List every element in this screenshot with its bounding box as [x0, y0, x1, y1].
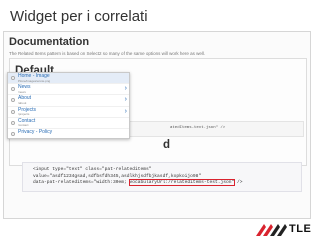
- example-code-tail: atedItems-text.json" />: [170, 126, 226, 130]
- chevron-right-icon[interactable]: ›: [125, 96, 127, 104]
- dropdown-item-path: Plone/images/ennie.png: [18, 78, 51, 83]
- radio-icon[interactable]: [11, 87, 15, 92]
- dropdown-item-path: /about: [18, 100, 27, 105]
- radio-icon[interactable]: [11, 109, 15, 114]
- company-logo: TLE: [254, 220, 320, 240]
- logo-mark-icon: [256, 224, 287, 236]
- obscured-heading-fragment: d: [163, 139, 171, 151]
- dropdown-item[interactable]: About /about ›: [8, 95, 129, 107]
- code-line: data-pat-relateditems="width:30em; vocab…: [33, 178, 243, 187]
- chevron-right-icon[interactable]: ›: [125, 108, 127, 116]
- documentation-heading: Documentation: [9, 36, 90, 48]
- dropdown-item[interactable]: Home - Image Plone/images/ennie.png: [8, 73, 129, 85]
- dropdown-item-title: Privacy - Policy: [18, 128, 53, 135]
- related-items-dropdown[interactable]: Home - Image Plone/images/ennie.png News…: [7, 72, 130, 139]
- chevron-right-icon[interactable]: ›: [125, 85, 127, 93]
- highlighted-vocabulary-url: vocabularyUrl:/relateditems-test.json": [128, 178, 236, 187]
- dropdown-item[interactable]: Privacy - Policy: [8, 128, 129, 138]
- logo-wordmark: TLE: [289, 223, 312, 235]
- documentation-intro: The Related Items pattern is based on Se…: [9, 51, 206, 56]
- dropdown-item-path: /news: [18, 89, 26, 94]
- dropdown-item[interactable]: Contact /contact: [8, 118, 129, 129]
- radio-icon[interactable]: [11, 131, 15, 136]
- code-fragment: data-pat-relateditems="width:30em;: [33, 180, 130, 185]
- code-fragment: />: [234, 180, 243, 185]
- radio-icon[interactable]: [11, 98, 15, 103]
- dropdown-item-path: /projects: [18, 112, 30, 117]
- code-line: <input type="text" class="pat-relatedite…: [33, 167, 152, 172]
- slide-title: Widget per i correlati: [10, 8, 148, 25]
- code-snippet: <input type="text" class="pat-relatedite…: [22, 162, 302, 192]
- dropdown-item[interactable]: Projects /projects ›: [8, 107, 129, 118]
- radio-icon[interactable]: [11, 120, 15, 125]
- code-line: value="asdf1234gsad,sdfbsfdh345,asdlkhjs…: [33, 173, 202, 179]
- dropdown-item[interactable]: News /news ›: [8, 84, 129, 96]
- radio-icon[interactable]: [11, 76, 15, 80]
- dropdown-item-path: /contact: [18, 123, 29, 128]
